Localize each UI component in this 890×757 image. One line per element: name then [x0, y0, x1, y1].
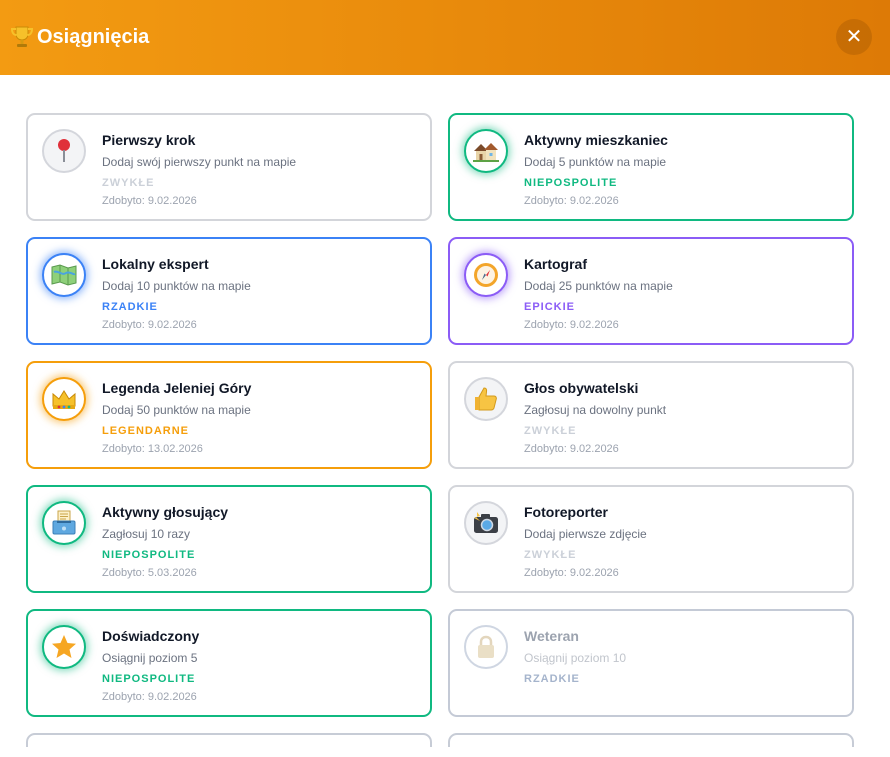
- achievement-name: Weteran: [524, 628, 579, 644]
- modal-title: Osiągnięcia: [37, 26, 150, 48]
- achievement-name: Kartograf: [524, 256, 588, 272]
- achievement-name: Fotoreporter: [524, 504, 608, 520]
- achievement-card-glos-obywatelski: Głos obywatelski Zagłosuj na dowolny pun…: [448, 361, 854, 469]
- achievement-date: Zdobyto: 9.02.2026: [102, 691, 197, 703]
- achievement-badge: [42, 625, 86, 669]
- achievement-rarity: RZADKIE: [524, 673, 580, 685]
- achievement-rarity: NIEPOSPOLITE: [524, 177, 618, 189]
- achievement-rarity: RZADKIE: [102, 301, 158, 313]
- achievement-badge: [464, 129, 508, 173]
- compass-icon: [474, 263, 498, 287]
- achievement-description: Dodaj pierwsze zdjęcie: [524, 527, 647, 541]
- trophy-icon: [10, 25, 34, 49]
- modal-header: Osiągnięcia ✕: [0, 0, 890, 75]
- houses-icon: [473, 143, 499, 162]
- achievement-description: Osiągnij poziom 5: [102, 651, 198, 665]
- achievement-date: Zdobyto: 9.02.2026: [102, 319, 197, 331]
- achievement-card-legenda-jeleniej-gory: Legenda Jeleniej Góry Dodaj 50 punktów n…: [26, 361, 432, 469]
- achievement-card-aktywny-mieszkaniec: Aktywny mieszkaniec Dodaj 5 punktów na m…: [448, 113, 854, 221]
- thumbs-up-icon: [475, 387, 497, 411]
- achievement-date: Zdobyto: 9.02.2026: [524, 443, 619, 455]
- achievement-rarity: ZWYKŁE: [524, 549, 577, 561]
- achievement-rarity: NIEPOSPOLITE: [102, 673, 196, 685]
- achievement-card-partial: [448, 733, 854, 747]
- achievement-badge: [464, 377, 508, 421]
- modal-title-group: Osiągnięcia: [10, 24, 150, 50]
- achievement-card-lokalny-ekspert: Lokalny ekspert Dodaj 10 punktów na mapi…: [26, 237, 432, 345]
- map-icon: [51, 264, 77, 286]
- achievement-rarity: LEGENDARNE: [102, 425, 190, 437]
- achievement-rarity: ZWYKŁE: [102, 177, 155, 189]
- achievement-rarity: ZWYKŁE: [524, 425, 577, 437]
- achievement-description: Zagłosuj 10 razy: [102, 527, 191, 541]
- achievement-badge: [464, 253, 508, 297]
- achievement-date: Zdobyto: 9.02.2026: [524, 567, 619, 579]
- achievement-description: Dodaj swój pierwszy punkt na mapie: [102, 155, 297, 169]
- achievement-description: Dodaj 10 punktów na mapie: [102, 279, 251, 293]
- ballot-box-icon: [52, 510, 76, 535]
- achievement-name: Aktywny głosujący: [102, 504, 229, 520]
- lock-icon: [478, 635, 494, 658]
- camera-flash-icon: [474, 512, 498, 533]
- achievement-date: Zdobyto: 9.02.2026: [524, 195, 619, 207]
- achievement-card-weteran: Weteran Osiągnij poziom 10 RZADKIE: [448, 609, 854, 717]
- achievement-rarity: NIEPOSPOLITE: [102, 549, 196, 561]
- achievement-badge: [42, 377, 86, 421]
- achievement-date: Zdobyto: 5.03.2026: [102, 567, 197, 579]
- achievement-name: Głos obywatelski: [524, 380, 639, 396]
- achievement-description: Zagłosuj na dowolny punkt: [524, 403, 667, 417]
- star-icon: [52, 635, 76, 658]
- achievement-date: Zdobyto: 9.02.2026: [524, 319, 619, 331]
- pushpin-icon: [58, 139, 70, 162]
- achievement-name: Legenda Jeleniej Góry: [102, 380, 252, 396]
- achievement-description: Dodaj 50 punktów na mapie: [102, 403, 251, 417]
- achievement-card-partial: [26, 733, 432, 747]
- achievement-card-fotoreporter: Fotoreporter Dodaj pierwsze zdjęcie ZWYK…: [448, 485, 854, 593]
- crown-icon: [52, 390, 76, 409]
- achievement-name: Doświadczony: [102, 628, 200, 644]
- achievement-badge: [42, 501, 86, 545]
- achievement-description: Osiągnij poziom 10: [524, 651, 627, 665]
- achievement-description: Dodaj 5 punktów na mapie: [524, 155, 667, 169]
- achievement-date: Zdobyto: 13.02.2026: [102, 443, 203, 455]
- achievement-badge: [42, 129, 86, 173]
- achievement-name: Pierwszy krok: [102, 132, 196, 148]
- achievement-card-aktywny-glosujacy: Aktywny głosujący Zagłosuj 10 razy NIEPO…: [26, 485, 432, 593]
- achievement-name: Lokalny ekspert: [102, 256, 209, 272]
- achievement-rarity: EPICKIE: [524, 301, 576, 313]
- achievement-card-pierwszy-krok: Pierwszy krok Dodaj swój pierwszy punkt …: [26, 113, 432, 221]
- close-button[interactable]: ✕: [836, 19, 872, 55]
- achievement-description: Dodaj 25 punktów na mapie: [524, 279, 673, 293]
- achievements-grid: Pierwszy krok Dodaj swój pierwszy punkt …: [26, 113, 859, 747]
- achievement-badge: [464, 625, 508, 669]
- achievement-badge: [464, 501, 508, 545]
- achievement-card-kartograf: Kartograf Dodaj 25 punktów na mapie EPIC…: [448, 237, 854, 345]
- achievement-name: Aktywny mieszkaniec: [524, 132, 668, 148]
- achievement-card-doswiadczony: Doświadczony Osiągnij poziom 5 NIEPOSPOL…: [26, 609, 432, 717]
- achievement-badge: [42, 253, 86, 297]
- achievement-date: Zdobyto: 9.02.2026: [102, 195, 197, 207]
